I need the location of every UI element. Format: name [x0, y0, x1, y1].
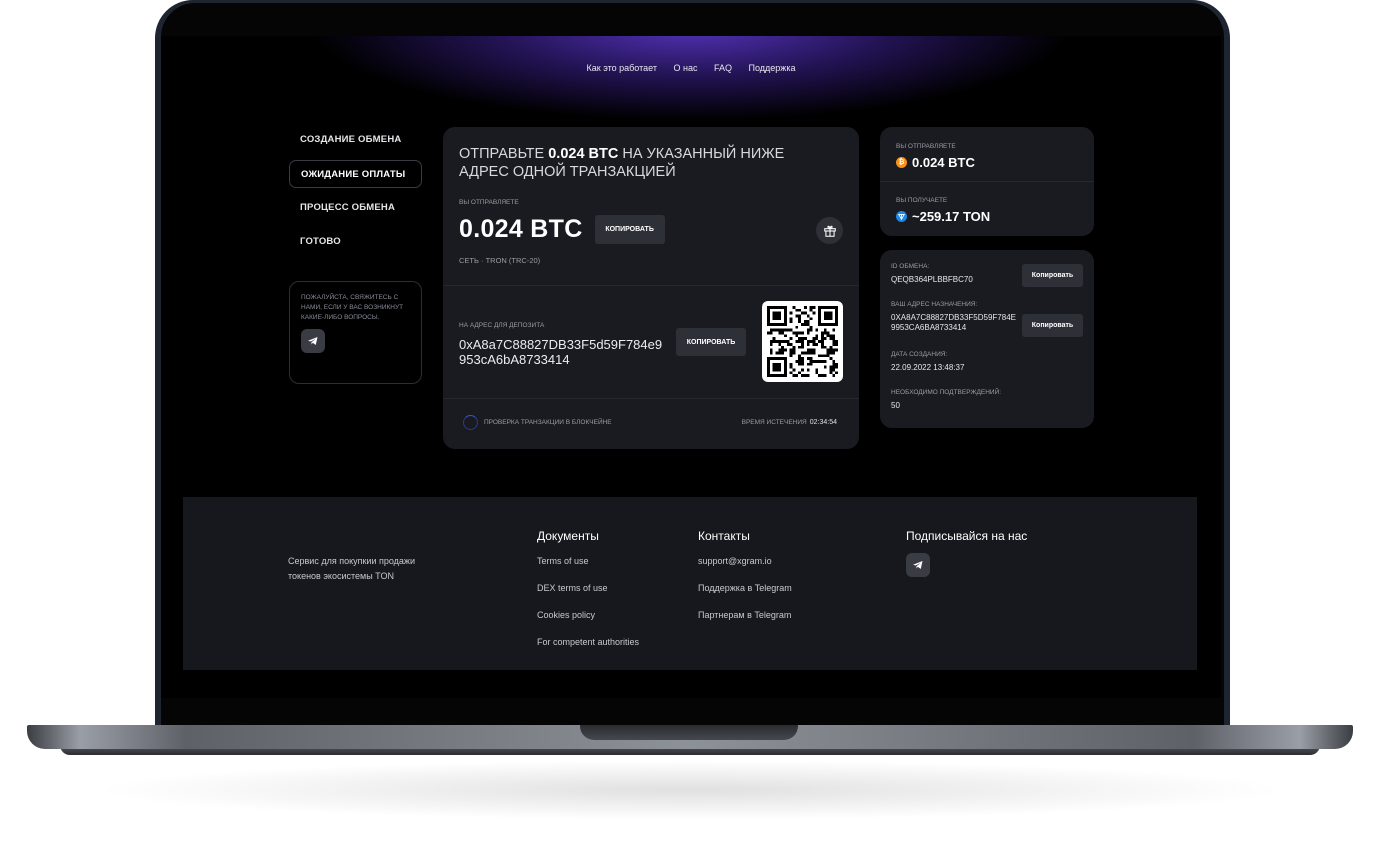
- telegram-button[interactable]: [301, 329, 325, 354]
- footer-contacts: Контакты support@xgram.io Поддержка в Te…: [698, 529, 792, 634]
- divider: [443, 398, 859, 399]
- ton-icon: [896, 211, 907, 222]
- confirmations: НЕОБХОДИМО ПОДТВЕРЖДЕНИЙ: 50: [891, 389, 1001, 411]
- gift-icon: [823, 225, 836, 237]
- laptop-mockup: Как это работает О нас FAQ Поддержка СОЗ…: [0, 0, 1380, 867]
- deposit-address: 0xA8a7C88827DB33F5d59F784e9953cA6bA87334…: [459, 337, 663, 367]
- summary-send-label: ВЫ ОТПРАВЛЯЕТЕ: [896, 143, 956, 150]
- footer-link-partners-telegram[interactable]: Партнерам в Telegram: [698, 607, 792, 634]
- loading-spinner-icon: [463, 415, 478, 430]
- footer-social-heading: Подписывайся на нас: [906, 529, 1028, 543]
- summary-receive-value: ~259.17 TON: [912, 209, 991, 224]
- copy-address-button[interactable]: КОПИРОВАТЬ: [676, 328, 746, 356]
- footer-link-authorities[interactable]: For competent authorities: [537, 634, 639, 661]
- footer-contacts-heading: Контакты: [698, 529, 750, 543]
- help-text: ПОЖАЛУЙСТА, СВЯЖИТЕСЬ С НАМИ, ЕСЛИ У ВАС…: [301, 294, 404, 321]
- bitcoin-icon: ₿: [896, 157, 907, 168]
- details-card: ID ОБМЕНА: QEQB364PLBBFBC70 Копировать В…: [880, 250, 1094, 428]
- nav-support[interactable]: Поддержка: [749, 63, 796, 73]
- confirmations-value: 50: [891, 401, 900, 410]
- summary-receive-label: ВЫ ПОЛУЧАЕТЕ: [896, 197, 948, 204]
- summary-send: ВЫ ОТПРАВЛЯЕТЕ ₿ 0.024 BTC: [896, 143, 975, 170]
- footer-link-email[interactable]: support@xgram.io: [698, 553, 792, 580]
- summary-send-value-row: ₿ 0.024 BTC: [896, 155, 975, 170]
- expiry-value: 02:34:54: [809, 419, 837, 426]
- copy-id-button[interactable]: Копировать: [1022, 264, 1083, 287]
- top-nav: Как это работает О нас FAQ Поддержка: [161, 63, 1221, 73]
- payment-title: ОТПРАВЬТЕ 0.024 BTC НА УКАЗАННЫЙ НИЖЕ АД…: [459, 145, 829, 181]
- destination-label: ВАШ АДРЕС НАЗНАЧЕНИЯ:: [891, 301, 978, 308]
- screen: Как это работает О нас FAQ Поддержка СОЗ…: [161, 36, 1221, 698]
- footer-link-dex-terms[interactable]: DEX terms of use: [537, 580, 639, 607]
- telegram-icon: [308, 337, 318, 346]
- step-done: ГОТОВО: [300, 236, 341, 247]
- exchange-id-label: ID ОБМЕНА:: [891, 263, 930, 270]
- footer-description: Сервис для покупкии продажи токенов экос…: [288, 556, 415, 581]
- footer-link-terms[interactable]: Terms of use: [537, 553, 639, 580]
- nav-faq[interactable]: FAQ: [714, 63, 732, 73]
- nav-how-it-works[interactable]: Как это работает: [587, 63, 657, 73]
- confirmations-label: НЕОБХОДИМО ПОДТВЕРЖДЕНИЙ:: [891, 389, 1002, 396]
- nav-about[interactable]: О нас: [673, 63, 697, 73]
- laptop-lid: Как это работает О нас FAQ Поддержка СОЗ…: [155, 0, 1230, 732]
- summary-send-value: 0.024 BTC: [912, 155, 975, 170]
- summary-receive: ВЫ ПОЛУЧАЕТЕ ~259.17 TON: [896, 197, 990, 224]
- help-card: ПОЖАЛУЙСТА, СВЯЖИТЕСЬ С НАМИ, ЕСЛИ У ВАС…: [289, 281, 422, 384]
- footer-docs: Документы Terms of use DEX terms of use …: [537, 529, 639, 661]
- step-create: СОЗДАНИЕ ОБМЕНА: [300, 134, 402, 145]
- qr-code-image: [767, 306, 838, 377]
- laptop-shadow: [90, 760, 1290, 820]
- expiry: ВРЕМЯ ИСТЕЧЕНИЯ 02:34:54: [742, 419, 837, 426]
- footer-link-cookies[interactable]: Cookies policy: [537, 607, 639, 634]
- footer: Сервис для покупкии продажи токенов экос…: [183, 497, 1197, 670]
- date-value: 22.09.2022 13:48:37: [891, 363, 965, 372]
- creation-date: ДАТА СОЗДАНИЯ: 22.09.2022 13:48:37: [891, 351, 964, 373]
- date-label: ДАТА СОЗДАНИЯ:: [891, 351, 948, 358]
- footer-docs-heading: Документы: [537, 529, 599, 543]
- step-awaiting-payment: ОЖИДАНИЕ ОПЛАТЫ: [289, 160, 422, 188]
- title-amount: 0.024 BTC: [548, 146, 619, 162]
- footer-telegram-button[interactable]: [906, 553, 930, 577]
- title-prefix: ОТПРАВЬТЕ: [459, 146, 549, 162]
- footer-social: Подписывайся на нас: [906, 529, 1027, 577]
- footer-link-support-telegram[interactable]: Поддержка в Telegram: [698, 580, 792, 607]
- deposit-label: НА АДРЕС ДЛЯ ДЕПОЗИТА: [459, 322, 545, 329]
- amount-row: 0.024 BTC КОПИРОВАТЬ: [459, 215, 665, 244]
- send-amount: 0.024 BTC: [459, 215, 583, 243]
- exchange-id: ID ОБМЕНА: QEQB364PLBBFBC70: [891, 263, 973, 285]
- destination-address: ВАШ АДРЕС НАЗНАЧЕНИЯ: 0XA8A7C88827DB33F5…: [891, 301, 1019, 333]
- qr-code: [762, 301, 843, 382]
- gift-button[interactable]: [816, 217, 843, 244]
- summary-card: ВЫ ОТПРАВЛЯЕТЕ ₿ 0.024 BTC ВЫ ПОЛУЧАЕТЕ …: [880, 127, 1094, 236]
- status-text: ПРОВЕРКА ТРАНЗАКЦИИ В БЛОКЧЕЙНЕ: [484, 419, 612, 426]
- laptop-notch: [580, 725, 798, 740]
- copy-amount-button[interactable]: КОПИРОВАТЬ: [594, 215, 665, 244]
- status-row: ПРОВЕРКА ТРАНЗАКЦИИ В БЛОКЧЕЙНЕ: [463, 415, 612, 430]
- divider: [443, 285, 859, 286]
- progress-steps: СОЗДАНИЕ ОБМЕНА ОЖИДАНИЕ ОПЛАТЫ ПРОЦЕСС …: [289, 126, 422, 262]
- destination-value: 0XA8A7C88827DB33F5D59F784E9953CA6BA87334…: [891, 313, 1016, 332]
- step-exchange: ПРОЦЕСС ОБМЕНА: [300, 202, 396, 213]
- summary-receive-value-row: ~259.17 TON: [896, 209, 990, 224]
- payment-card: ОТПРАВЬТЕ 0.024 BTC НА УКАЗАННЫЙ НИЖЕ АД…: [443, 127, 859, 449]
- divider: [880, 181, 1094, 182]
- telegram-icon: [913, 561, 923, 569]
- expiry-label: ВРЕМЯ ИСТЕЧЕНИЯ: [741, 419, 807, 426]
- send-label: ВЫ ОТПРАВЛЯЕТЕ: [459, 199, 519, 206]
- network-label: СЕТЬ · TRON (TRC-20): [459, 256, 541, 265]
- copy-destination-button[interactable]: Копировать: [1022, 314, 1083, 337]
- exchange-id-value: QEQB364PLBBFBC70: [891, 275, 973, 284]
